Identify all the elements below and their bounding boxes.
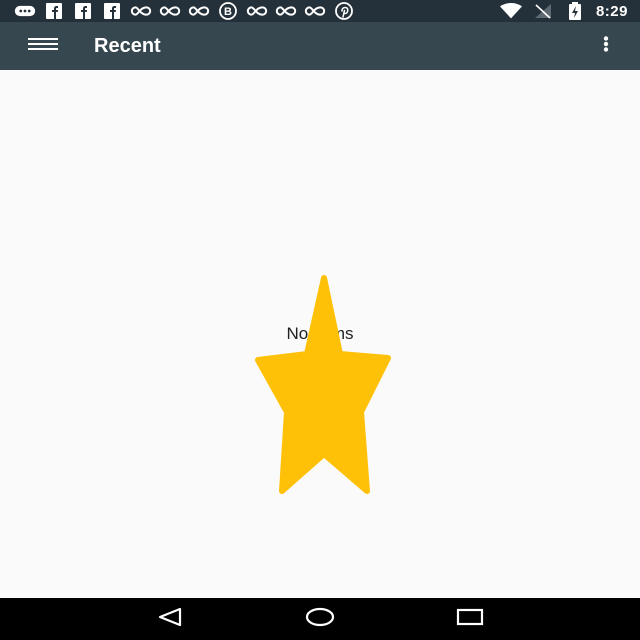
infinity-icon xyxy=(275,3,297,19)
wifi-icon xyxy=(499,3,522,19)
status-time: 8:29 xyxy=(595,2,628,20)
recents-button[interactable] xyxy=(450,599,490,639)
infinity-icon xyxy=(159,3,181,19)
hamburger-menu-button[interactable] xyxy=(8,22,78,70)
back-button[interactable] xyxy=(150,599,190,639)
hamburger-menu-icon xyxy=(28,37,58,56)
star-icon[interactable] xyxy=(255,274,393,496)
battery-charging-icon xyxy=(564,2,586,20)
home-button[interactable] xyxy=(300,599,340,639)
notification-icons: B xyxy=(14,0,355,22)
home-icon xyxy=(305,607,335,632)
overflow-menu-icon xyxy=(603,35,609,57)
navigation-bar xyxy=(0,598,640,640)
recents-icon xyxy=(456,608,484,631)
status-bar: B 8:29 xyxy=(0,0,640,22)
overflow-menu-button[interactable] xyxy=(588,22,624,70)
page-title: Recent xyxy=(94,34,161,57)
facebook-icon xyxy=(101,3,123,19)
app-bar: Recent xyxy=(0,22,640,70)
infinity-icon xyxy=(246,3,268,19)
b-circle-icon: B xyxy=(217,2,239,20)
infinity-icon xyxy=(304,3,326,19)
infinity-icon xyxy=(130,3,152,19)
system-icons: 8:29 xyxy=(499,0,628,22)
pinterest-icon xyxy=(333,2,355,20)
facebook-icon xyxy=(43,3,65,19)
svg-text:B: B xyxy=(224,6,232,18)
more-horizontal-icon xyxy=(14,3,36,19)
infinity-icon xyxy=(188,3,210,19)
back-icon xyxy=(157,607,183,632)
facebook-icon xyxy=(72,3,94,19)
signal-icon xyxy=(532,3,554,19)
